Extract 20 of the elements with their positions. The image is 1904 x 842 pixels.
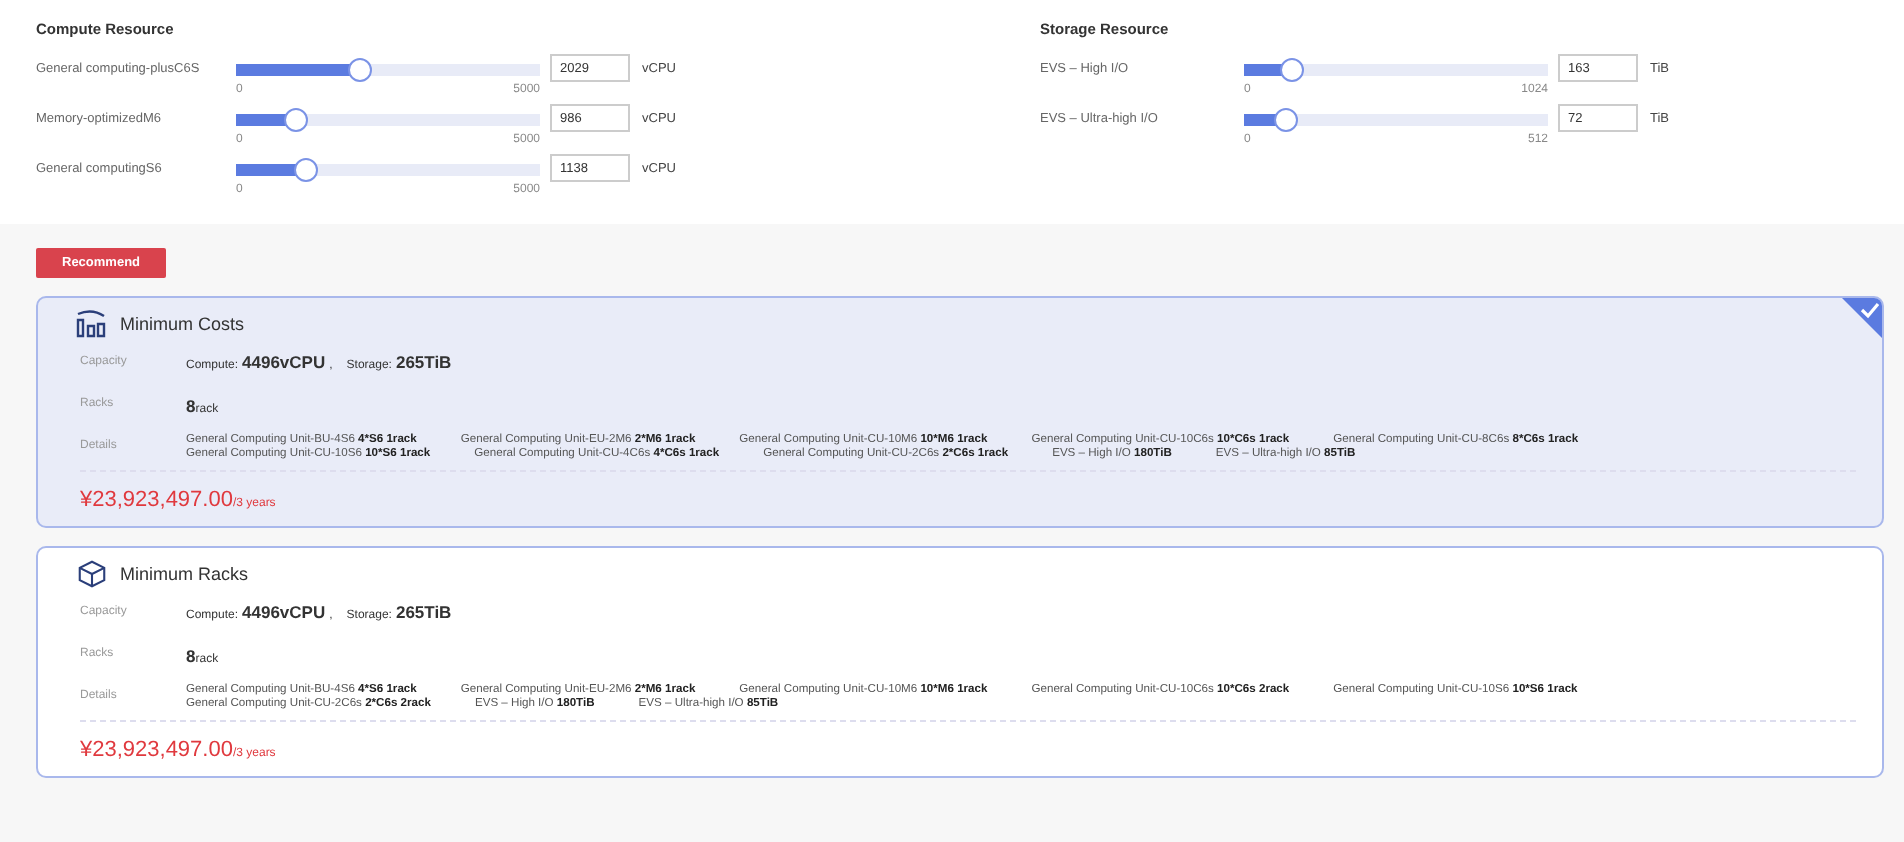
capacity-value: 265TiB [395,602,452,622]
cost-chart-icon [76,310,108,338]
slider-track[interactable] [236,114,540,126]
slider-track[interactable] [236,164,540,176]
plan-card[interactable] [36,296,1884,528]
plan-title: Minimum Racks [120,564,249,584]
slider-thumb[interactable] [347,58,372,82]
capacity-value: 4496vCPU [242,352,326,372]
capacity-value: 4496vCPU [242,602,326,622]
slider-thumb[interactable] [283,108,308,132]
cube-icon [76,560,108,588]
slider-track[interactable] [236,64,540,76]
slider-track[interactable] [1244,114,1548,126]
capacity-value: 265TiB [395,352,452,372]
check-corner-icon [1842,298,1882,338]
plan-title: Minimum Costs [120,314,245,334]
slider-track[interactable] [1244,64,1548,76]
slider-thumb[interactable] [1280,58,1305,82]
slider-thumb[interactable] [293,158,318,182]
slider-thumb[interactable] [1274,108,1299,132]
